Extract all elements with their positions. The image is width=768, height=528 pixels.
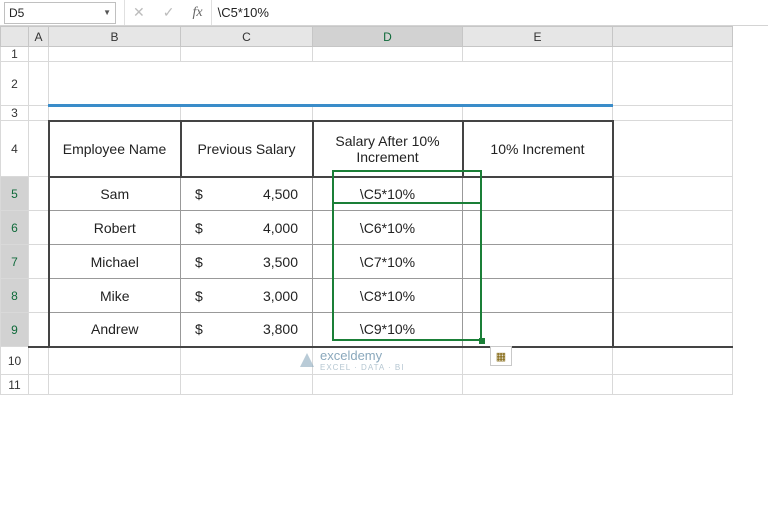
currency-symbol: $ [195,220,203,236]
col-header[interactable]: C [181,27,313,47]
row-header[interactable]: 10 [1,347,29,375]
formula-text: \C5*10% [218,5,269,20]
row-header[interactable]: 11 [1,375,29,395]
col-header[interactable]: A [29,27,49,47]
increment-cell[interactable] [463,177,613,211]
formula-cell[interactable]: \C5*10% [313,177,463,211]
salary-value: 4,000 [263,220,298,236]
select-all-corner[interactable] [1,27,29,47]
formula-controls: ✕ ✓ fx [124,0,212,25]
col-header[interactable]: E [463,27,613,47]
salary-value: 3,000 [263,288,298,304]
row-header[interactable]: 9 [1,313,29,347]
salary-cell[interactable]: $4,500 [181,177,313,211]
grid[interactable]: A B C D E 1 2 Find and Replace Command 3… [0,26,733,395]
row-header[interactable]: 7 [1,245,29,279]
currency-symbol: $ [195,254,203,270]
salary-cell[interactable]: $4,000 [181,211,313,245]
formula-cell[interactable]: \C7*10% [313,245,463,279]
row-header[interactable]: 6 [1,211,29,245]
employee-name[interactable]: Mike [49,279,181,313]
col-header[interactable]: B [49,27,181,47]
employee-name[interactable]: Sam [49,177,181,211]
salary-cell[interactable]: $3,000 [181,279,313,313]
salary-value: 3,500 [263,254,298,270]
salary-value: 4,500 [263,186,298,202]
quick-analysis-icon[interactable]: ▦ [490,346,512,366]
formula-cell[interactable]: \C9*10% [313,313,463,347]
page-title: Find and Replace Command [49,62,613,106]
employee-name[interactable]: Andrew [49,313,181,347]
salary-cell[interactable]: $3,800 [181,313,313,347]
formula-bar: D5 ▼ ✕ ✓ fx \C5*10% [0,0,768,26]
enter-icon[interactable]: ✓ [163,4,175,21]
row-header[interactable]: 2 [1,62,29,106]
col-header[interactable] [613,27,733,47]
increment-cell[interactable] [463,245,613,279]
currency-symbol: $ [195,186,203,202]
formula-cell[interactable]: \C6*10% [313,211,463,245]
formula-cell[interactable]: \C8*10% [313,279,463,313]
spreadsheet[interactable]: A B C D E 1 2 Find and Replace Command 3… [0,26,768,395]
increment-cell[interactable] [463,279,613,313]
formula-input[interactable]: \C5*10% [212,0,768,25]
fx-icon[interactable]: fx [192,5,202,21]
increment-cell[interactable] [463,211,613,245]
table-header-after: Salary After 10% Increment [313,121,463,177]
table-header-inc: 10% Increment [463,121,613,177]
cancel-icon[interactable]: ✕ [133,4,145,21]
employee-name[interactable]: Michael [49,245,181,279]
chevron-down-icon[interactable]: ▼ [103,8,111,17]
increment-cell[interactable] [463,313,613,347]
salary-value: 3,800 [263,321,298,337]
row-header[interactable]: 5 [1,177,29,211]
cell-reference: D5 [9,6,24,20]
name-box[interactable]: D5 ▼ [4,2,116,24]
employee-name[interactable]: Robert [49,211,181,245]
table-header-name: Employee Name [49,121,181,177]
brand-tagline: EXCEL · DATA · BI [320,363,404,372]
salary-cell[interactable]: $3,500 [181,245,313,279]
currency-symbol: $ [195,288,203,304]
row-header[interactable]: 8 [1,279,29,313]
watermark: exceldemy EXCEL · DATA · BI [300,348,404,372]
row-header[interactable]: 4 [1,121,29,177]
row-header[interactable]: 3 [1,106,29,121]
col-header[interactable]: D [313,27,463,47]
logo-icon [300,353,314,367]
brand-name: exceldemy [320,348,382,363]
table-header-prev: Previous Salary [181,121,313,177]
currency-symbol: $ [195,321,203,337]
row-header[interactable]: 1 [1,47,29,62]
